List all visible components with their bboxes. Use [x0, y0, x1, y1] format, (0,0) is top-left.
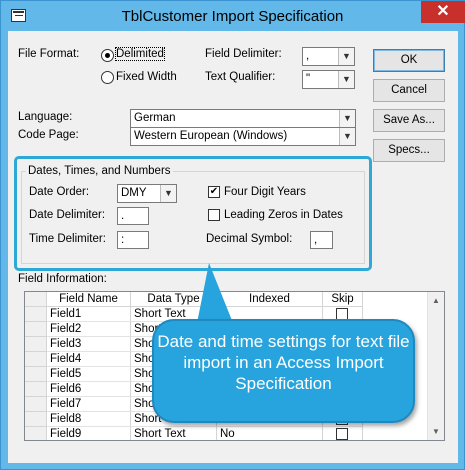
- close-button[interactable]: ✕: [421, 1, 465, 23]
- language-combo[interactable]: German ▼: [130, 109, 356, 128]
- column-header-field-name[interactable]: Field Name: [47, 292, 131, 307]
- indexed-cell[interactable]: No: [217, 427, 323, 440]
- specs-button[interactable]: Specs...: [373, 139, 445, 162]
- row-selector[interactable]: [25, 427, 47, 440]
- row-selector[interactable]: [25, 367, 47, 382]
- skip-cell: [323, 427, 363, 440]
- field-name-cell[interactable]: Field3: [47, 337, 131, 352]
- delimited-radio[interactable]: [101, 49, 114, 62]
- field-name-cell[interactable]: Field9: [47, 427, 131, 440]
- chevron-down-icon[interactable]: ▼: [339, 110, 355, 127]
- chevron-down-icon[interactable]: ▼: [338, 48, 354, 65]
- field-delimiter-label: Field Delimiter:: [205, 48, 282, 60]
- column-header-skip[interactable]: Skip: [323, 292, 363, 307]
- code-page-label: Code Page:: [18, 129, 79, 141]
- field-delimiter-value: ,: [306, 50, 310, 62]
- field-delimiter-combo[interactable]: , ▼: [302, 47, 355, 66]
- text-qualifier-combo[interactable]: " ▼: [302, 70, 355, 89]
- field-name-cell[interactable]: Field5: [47, 367, 131, 382]
- header-selector: [25, 292, 47, 307]
- field-name-cell[interactable]: Field7: [47, 397, 131, 412]
- row-selector[interactable]: [25, 322, 47, 337]
- callout-annotation: Date and time settings for text file imp…: [152, 319, 415, 423]
- scroll-down-icon[interactable]: ▼: [428, 423, 444, 440]
- window-title: TblCustomer Import Specification: [121, 8, 344, 25]
- cancel-button[interactable]: Cancel: [373, 79, 445, 102]
- text-qualifier-value: ": [306, 73, 311, 85]
- language-value: German: [134, 112, 176, 124]
- fixed-width-radio[interactable]: [101, 71, 114, 84]
- data-type-cell[interactable]: Short Text: [131, 427, 217, 440]
- field-name-cell[interactable]: Field6: [47, 382, 131, 397]
- field-name-cell[interactable]: Field1: [47, 307, 131, 322]
- field-name-cell[interactable]: Field4: [47, 352, 131, 367]
- fixed-width-label[interactable]: Fixed Width: [116, 71, 177, 83]
- field-name-cell[interactable]: Field8: [47, 412, 131, 427]
- delimited-label[interactable]: Delimited: [115, 47, 165, 61]
- ok-button[interactable]: OK: [373, 49, 445, 72]
- save-as-button[interactable]: Save As...: [373, 109, 445, 132]
- file-format-label: File Format:: [18, 48, 80, 60]
- field-info-label: Field Information:: [18, 273, 107, 285]
- chevron-down-icon[interactable]: ▼: [339, 128, 355, 145]
- callout-pointer: [197, 263, 233, 323]
- field-name-cell[interactable]: Field2: [47, 322, 131, 337]
- row-selector[interactable]: [25, 412, 47, 427]
- row-selector[interactable]: [25, 382, 47, 397]
- code-page-value: Western European (Windows): [134, 130, 288, 142]
- row-selector[interactable]: [25, 397, 47, 412]
- dialog-window: TblCustomer Import Specification ✕ File …: [0, 0, 465, 470]
- highlight-frame: [14, 156, 372, 271]
- title-bar: TblCustomer Import Specification ✕: [1, 1, 465, 31]
- row-selector[interactable]: [25, 337, 47, 352]
- code-page-combo[interactable]: Western European (Windows) ▼: [130, 127, 356, 146]
- row-selector[interactable]: [25, 307, 47, 322]
- scroll-up-icon[interactable]: ▲: [428, 292, 444, 309]
- chevron-down-icon[interactable]: ▼: [338, 71, 354, 88]
- row-selector[interactable]: [25, 352, 47, 367]
- text-qualifier-label: Text Qualifier:: [205, 71, 276, 83]
- vertical-scrollbar[interactable]: ▲ ▼: [427, 292, 444, 440]
- skip-checkbox[interactable]: [336, 428, 348, 440]
- language-label: Language:: [18, 111, 73, 123]
